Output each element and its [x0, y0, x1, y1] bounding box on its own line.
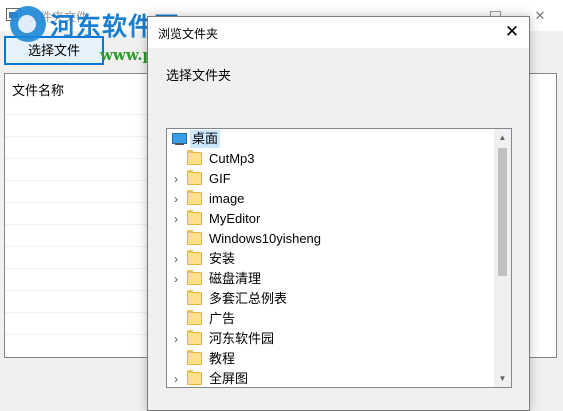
chevron-right-icon[interactable]: › — [171, 171, 181, 187]
folder-icon — [187, 210, 202, 225]
folder-icon — [187, 190, 202, 205]
scroll-down-arrow-icon[interactable]: ▼ — [494, 370, 511, 387]
chevron-right-icon[interactable]: › — [171, 191, 181, 207]
tree-item-label: 磁盘清理 — [209, 271, 262, 286]
list-divider — [5, 224, 155, 225]
tree-item[interactable]: 多套汇总例表 — [167, 289, 493, 309]
chevron-right-icon[interactable]: › — [171, 251, 181, 267]
tree-item-label: 全屏图 — [209, 371, 249, 386]
tree-item-label: 安装 — [209, 251, 236, 266]
tree-item-label: 多套汇总例表 — [209, 291, 288, 306]
tree-item-label: CutMp3 — [209, 151, 255, 166]
folder-icon — [187, 330, 202, 345]
list-divider — [5, 334, 155, 335]
list-divider — [5, 180, 155, 181]
tree-item[interactable]: › 河东软件园 — [167, 329, 493, 349]
folder-icon — [187, 270, 202, 285]
select-file-button[interactable]: 选择文件 — [4, 36, 104, 65]
list-divider — [5, 246, 155, 247]
scroll-thumb[interactable] — [498, 148, 507, 276]
list-divider — [5, 202, 155, 203]
tree-item[interactable]: › 全屏图 — [167, 369, 493, 387]
tree-item[interactable]: › 磁盘清理 — [167, 269, 493, 289]
folder-icon — [187, 250, 202, 265]
tree-item[interactable]: 广告 — [167, 309, 493, 329]
list-divider — [5, 290, 155, 291]
tree-item-label: GIF — [209, 171, 231, 186]
tree-item-label: 广告 — [209, 311, 236, 326]
vertical-scrollbar[interactable]: ▲ ▼ — [494, 129, 511, 387]
folder-icon — [187, 310, 202, 325]
tree-item[interactable]: 教程 — [167, 349, 493, 369]
folder-icon — [187, 350, 202, 365]
column-header-file-name[interactable]: 文件名称 — [12, 80, 64, 99]
tree-item[interactable]: 桌面 — [167, 129, 493, 149]
tree-item[interactable]: CutMp3 — [167, 149, 493, 169]
tree-item[interactable]: › 安装 — [167, 249, 493, 269]
list-divider — [5, 312, 155, 313]
folder-icon — [187, 150, 202, 165]
list-divider — [5, 268, 155, 269]
tree-item-label: MyEditor — [209, 211, 261, 226]
chevron-right-icon[interactable]: › — [171, 271, 181, 287]
folder-icon — [187, 230, 202, 245]
folder-icon — [187, 370, 202, 385]
folder-icon — [187, 290, 202, 305]
tree-item-label: image — [209, 191, 245, 206]
app-icon — [6, 8, 21, 21]
list-divider — [5, 136, 155, 137]
tree-item-label: Windows10yisheng — [209, 231, 322, 246]
tree-item[interactable]: › image — [167, 189, 493, 209]
tree-item-label: 教程 — [209, 351, 236, 366]
browse-folder-dialog: 浏览文件夹 ✕ 选择文件夹 桌面 CutMp3 › GIF › image › MyEdito… — [147, 16, 530, 411]
scroll-up-arrow-icon[interactable]: ▲ — [494, 129, 511, 146]
folder-tree[interactable]: 桌面 CutMp3 › GIF › image › MyEditor Windows10yish… — [166, 128, 512, 388]
chevron-right-icon[interactable]: › — [171, 331, 181, 347]
dialog-title: 浏览文件夹 — [158, 27, 219, 41]
tree-item-label: 桌面 — [190, 130, 221, 148]
tree-item[interactable]: › MyEditor — [167, 209, 493, 229]
tree-item[interactable]: › GIF — [167, 169, 493, 189]
main-window-title: 文件夹文件 — [28, 10, 89, 24]
chevron-right-icon[interactable]: › — [171, 371, 181, 387]
folder-icon — [187, 170, 202, 185]
tree-item[interactable]: Windows10yisheng — [167, 229, 493, 249]
chevron-right-icon[interactable]: › — [171, 211, 181, 227]
tree-item-label: 河东软件园 — [209, 331, 275, 346]
list-divider — [5, 158, 155, 159]
desktop-icon — [172, 133, 187, 145]
dialog-prompt: 选择文件夹 — [166, 68, 232, 83]
list-divider — [5, 114, 155, 115]
dialog-close-button[interactable]: ✕ — [495, 17, 529, 48]
dialog-titlebar: 浏览文件夹 ✕ — [148, 17, 529, 48]
